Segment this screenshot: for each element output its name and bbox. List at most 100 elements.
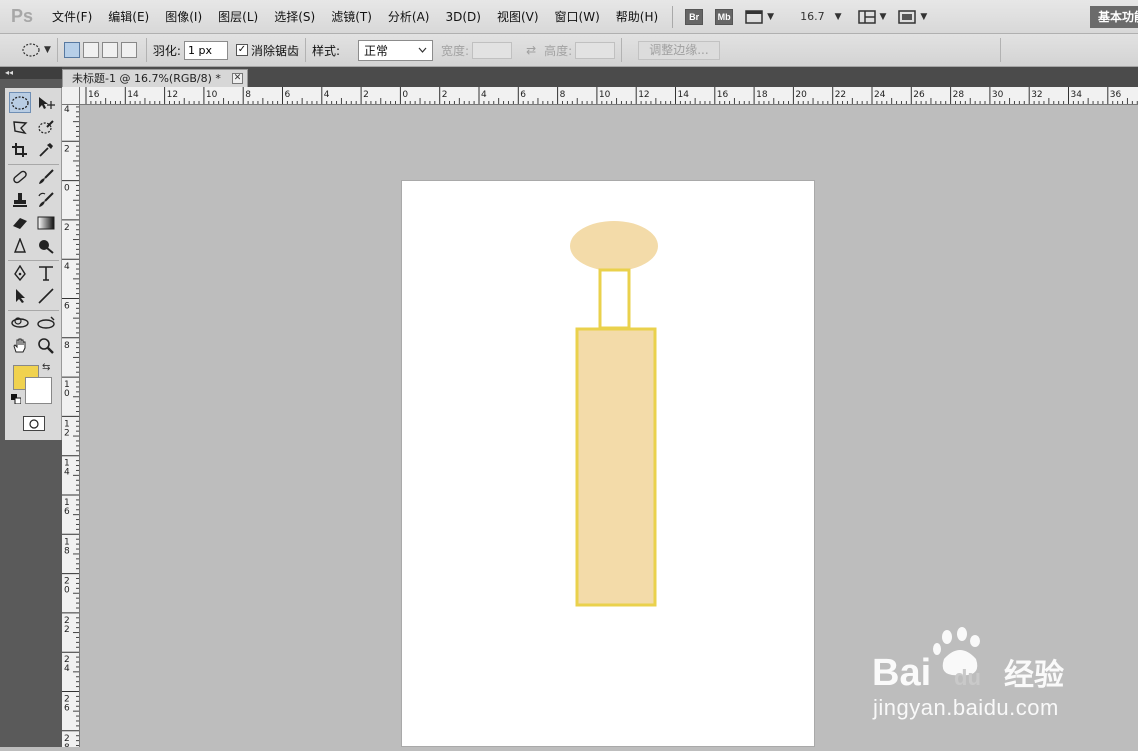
document-tab-title: 未标题-1 @ 16.7%(RGB/8) * xyxy=(72,72,221,85)
antialias-checkbox[interactable]: ✓ 消除锯齿 xyxy=(235,42,299,59)
zoom-tool[interactable] xyxy=(35,335,57,356)
arrange-documents-icon xyxy=(857,9,876,24)
workspace-switcher-button[interactable]: 基本功能 xyxy=(1090,6,1138,28)
crop-tool[interactable] xyxy=(9,139,31,160)
tool-preset-picker[interactable]: ▼ xyxy=(22,43,51,57)
antialias-check-box[interactable]: ✓ xyxy=(235,44,248,56)
ruler-label: 10 xyxy=(599,90,611,100)
style-select[interactable]: 正常 xyxy=(358,39,434,61)
minibridge-icon: Mb xyxy=(715,8,734,25)
ruler-label: 2 xyxy=(64,625,70,635)
gradient-tool[interactable] xyxy=(35,212,57,233)
chevron-down-icon: ▼ xyxy=(44,45,51,55)
document-tab[interactable]: 未标题-1 @ 16.7%(RGB/8) * ✕ xyxy=(62,69,248,87)
width-input[interactable] xyxy=(472,41,513,59)
body-rect[interactable] xyxy=(575,327,657,607)
neck-rect[interactable] xyxy=(598,268,631,330)
swap-colors-icon[interactable]: ⇆ xyxy=(42,362,50,373)
add-to-selection-button[interactable] xyxy=(82,42,99,58)
view-extras-button[interactable]: ▼ xyxy=(739,6,780,28)
style-label: 样式: xyxy=(311,43,341,58)
history-brush-tool[interactable] xyxy=(35,189,57,210)
new-selection-button[interactable] xyxy=(63,42,80,58)
3d-rotate-tool[interactable] xyxy=(9,312,31,333)
ellipse-head[interactable] xyxy=(570,221,658,271)
refine-edge-button[interactable]: 调整边缘... xyxy=(638,40,720,60)
line-tool[interactable] xyxy=(35,285,57,306)
brush-tool[interactable] xyxy=(35,166,57,187)
swap-width-height-icon[interactable]: ⇄ xyxy=(526,43,536,57)
stamp-icon xyxy=(13,192,27,207)
background-color-swatch[interactable] xyxy=(25,377,52,404)
blur-tool[interactable] xyxy=(9,235,31,256)
feather-input[interactable] xyxy=(183,40,228,60)
zoom-level-value: 16.7 xyxy=(800,10,825,23)
ruler-label: 6 xyxy=(520,90,526,100)
menu-filter[interactable]: 滤镜(T) xyxy=(323,0,380,34)
ruler-label: 0 xyxy=(64,389,70,399)
menu-edit[interactable]: 编辑(E) xyxy=(100,0,157,34)
launch-minibridge-button[interactable]: Mb xyxy=(709,6,739,28)
ruler-label: 2 xyxy=(64,144,70,154)
marquee-ellipse-icon xyxy=(22,43,40,57)
ruler-label: 0 xyxy=(64,586,70,596)
menu-3d[interactable]: 3D(D) xyxy=(437,0,488,34)
intersect-selection-button[interactable] xyxy=(120,42,137,58)
menu-window[interactable]: 窗口(W) xyxy=(547,0,608,34)
vertical-ruler[interactable]: 420246810121416182022242628 xyxy=(62,105,80,747)
ruler-label: 2 xyxy=(64,223,70,233)
zoom-level-dropdown[interactable]: 16.7 ▼ xyxy=(794,6,847,28)
launch-bridge-button[interactable]: Br xyxy=(679,6,709,28)
default-colors-icon[interactable] xyxy=(11,394,21,404)
vertical-ruler-ticks: 420246810121416182022242628 xyxy=(62,105,79,747)
quick-mask-button[interactable] xyxy=(23,416,45,431)
eyedropper-tool[interactable] xyxy=(35,139,57,160)
horizontal-ruler-ticks: 16 14 12 10 8 6 4 2 0 2 4 6 8 10 12 14 16 18 20 22 24 26 28 30 3… xyxy=(85,87,1138,104)
document-canvas[interactable] xyxy=(401,180,815,747)
pen-tool[interactable] xyxy=(9,262,31,283)
options-separator xyxy=(304,38,306,62)
horizontal-ruler[interactable]: 16 14 12 10 8 6 4 2 0 2 4 6 8 10 12 14 16 18 20 22 24 26 28 30 3… xyxy=(80,87,1138,105)
ruler-label: 6 xyxy=(64,302,70,312)
menu-layer[interactable]: 图层(L) xyxy=(210,0,266,34)
ruler-label: 4 xyxy=(64,468,70,478)
spot-healing-tool[interactable] xyxy=(9,166,31,187)
path-selection-tool[interactable] xyxy=(9,285,31,306)
hand-tool[interactable] xyxy=(9,335,31,356)
menu-file[interactable]: 文件(F) xyxy=(44,0,100,34)
elliptical-marquee-tool[interactable] xyxy=(9,92,31,113)
eraser-tool[interactable] xyxy=(9,212,31,233)
clone-stamp-tool[interactable] xyxy=(9,189,31,210)
type-tool[interactable] xyxy=(35,262,57,283)
3d-orbit-tool[interactable] xyxy=(35,312,57,333)
chevron-down-icon: ▼ xyxy=(767,11,775,22)
ruler-label: 6 xyxy=(64,507,70,517)
menu-separator xyxy=(672,5,674,28)
ruler-label: 34 xyxy=(1071,90,1083,100)
eyedropper-icon xyxy=(39,142,53,157)
arrange-documents-button[interactable]: ▼ xyxy=(852,6,893,28)
document-tab-bar: 未标题-1 @ 16.7%(RGB/8) * ✕ xyxy=(62,67,1138,87)
move-tool[interactable] xyxy=(35,92,57,113)
ruler-label: 8 xyxy=(64,341,70,351)
menu-select[interactable]: 选择(S) xyxy=(266,0,323,34)
options-separator xyxy=(56,38,58,62)
menu-view[interactable]: 视图(V) xyxy=(489,0,547,34)
close-icon[interactable]: ✕ xyxy=(232,73,243,84)
screen-mode-button[interactable]: ▼ xyxy=(892,6,933,28)
dodge-tool[interactable] xyxy=(35,235,57,256)
lasso-tool[interactable] xyxy=(9,116,31,137)
menu-image[interactable]: 图像(I) xyxy=(157,0,210,34)
options-separator xyxy=(145,38,147,62)
ruler-origin[interactable] xyxy=(62,87,80,105)
ruler-label: 14 xyxy=(678,90,690,100)
zoom-icon xyxy=(38,337,54,354)
menu-analysis[interactable]: 分析(A) xyxy=(380,0,438,34)
toolbox-collapse-handle[interactable]: ◂◂ xyxy=(0,67,62,79)
quick-selection-tool[interactable] xyxy=(35,116,57,137)
chevron-down-icon xyxy=(418,47,427,53)
menu-help[interactable]: 帮助(H) xyxy=(608,0,666,34)
ruler-label: 4 xyxy=(64,262,70,272)
height-input[interactable] xyxy=(575,41,616,59)
subtract-from-selection-button[interactable] xyxy=(101,42,118,58)
